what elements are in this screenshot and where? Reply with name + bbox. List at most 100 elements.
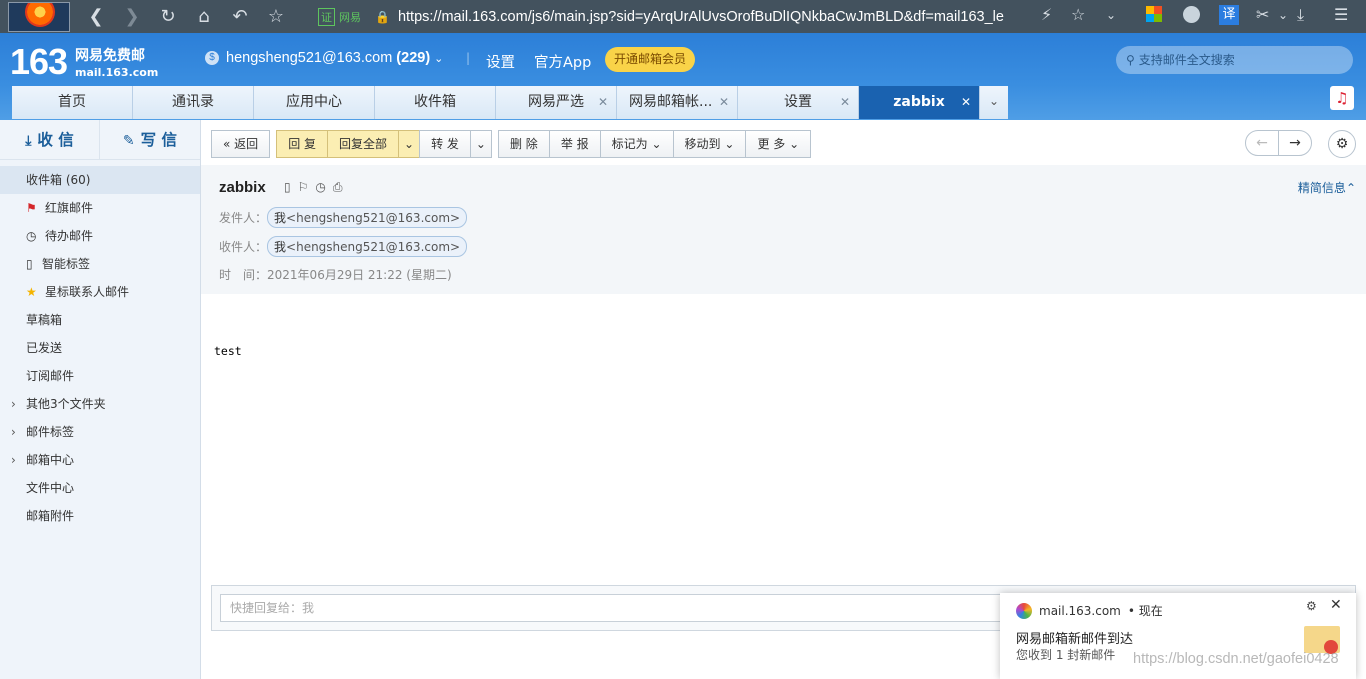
account-menu[interactable]: $ hengsheng521@163.com (229) ⌄ <box>205 50 443 66</box>
sidebar-item-todo[interactable]: ◷ 待办邮件 <box>0 222 200 250</box>
notification-source: mail.163.com • 现在 <box>1016 602 1163 619</box>
sidebar-item-mail-center[interactable]: › 邮箱中心 <box>0 446 200 474</box>
url-text[interactable]: https://mail.163.com/js6/main.jsp?sid=yA… <box>398 9 1004 25</box>
sidebar-item-label: 智能标签 <box>42 257 91 271</box>
translate-icon[interactable]: 译 <box>1219 5 1239 25</box>
menu-icon[interactable]: ☰ <box>1334 5 1348 24</box>
chevron-right-icon[interactable]: › <box>11 418 16 446</box>
bookmark-star-icon[interactable]: ☆ <box>258 6 294 27</box>
delete-button[interactable]: 删 除 <box>497 130 550 158</box>
clock-icon[interactable]: ◷ <box>315 180 332 194</box>
tab-settings[interactable]: 设置 ✕ <box>738 86 859 119</box>
music-icon[interactable]: ♫ <box>1330 86 1354 110</box>
sidebar-item-flagged[interactable]: ⚑ 红旗邮件 <box>0 194 200 222</box>
write-button[interactable]: ✎ 写 信 <box>100 120 200 160</box>
sidebar-item-starred-contacts[interactable]: ★ 星标联系人邮件 <box>0 278 200 306</box>
undo-icon[interactable]: ↶ <box>222 6 258 27</box>
logo-text[interactable]: 网易免费邮 mail.163.com <box>75 45 158 79</box>
chevron-right-icon[interactable]: › <box>11 446 16 474</box>
star-icon: ★ <box>26 285 37 299</box>
globe-icon[interactable] <box>1183 6 1200 23</box>
close-icon[interactable]: ✕ <box>1330 597 1342 613</box>
print-icon[interactable]: ⎙ <box>333 180 350 194</box>
from-address: <hengsheng521@163.com> <box>286 211 461 225</box>
sidebar-item-label: 文件中心 <box>26 481 75 495</box>
scissors-icon[interactable]: ✂ <box>1256 5 1269 24</box>
reply-dropdown[interactable]: ⌄ <box>398 130 421 158</box>
back-icon[interactable]: ❮ <box>78 6 114 27</box>
report-button[interactable]: 举 报 <box>548 130 601 158</box>
more-button[interactable]: 更 多 ⌄ <box>745 130 812 158</box>
site-tag: 网易 <box>339 11 361 24</box>
tab-account[interactable]: 网易邮箱帐... ✕ <box>617 86 738 119</box>
from-label: 发件人： <box>219 211 268 225</box>
time-row: 时 间：2021年06月29日 21:22 (星期二) <box>219 266 452 283</box>
flash-icon[interactable]: ⚡ <box>1041 5 1052 24</box>
sidebar-item-label: 邮箱中心 <box>26 453 75 467</box>
compose-icon: ✎ <box>122 133 135 149</box>
sidebar-item-file-center[interactable]: 文件中心 <box>0 474 200 502</box>
sidebar-item-mail-tags[interactable]: › 邮件标签 <box>0 418 200 446</box>
tab-home[interactable]: 首页 <box>12 86 133 119</box>
to-contact[interactable]: 我<hengsheng521@163.com> <box>267 236 468 257</box>
tab-contacts[interactable]: 通讯录 <box>133 86 254 119</box>
move-to-button[interactable]: 移动到 ⌄ <box>672 130 747 158</box>
search-placeholder: 支持邮件全文搜索 <box>1138 53 1235 67</box>
gear-icon[interactable]: ⚙ <box>1306 599 1317 613</box>
search-input[interactable]: ⚲ 支持邮件全文搜索 <box>1116 46 1353 74</box>
close-icon[interactable]: ✕ <box>840 86 850 119</box>
chevron-down-icon[interactable]: ⌄ <box>1106 8 1116 22</box>
sidebar-item-subscriptions[interactable]: 订阅邮件 <box>0 362 200 390</box>
chevron-right-icon[interactable]: › <box>11 390 16 418</box>
sidebar-item-smart-tags[interactable]: ▯ 智能标签 <box>0 250 200 278</box>
sidebar-item-attachments[interactable]: 邮箱附件 <box>0 502 200 530</box>
reply-button[interactable]: 回 复 <box>276 130 329 158</box>
sidebar-item-other-folders[interactable]: › 其他3个文件夹 <box>0 390 200 418</box>
forward-icon[interactable]: ❯ <box>114 6 150 27</box>
tab-inbox[interactable]: 收件箱 <box>375 86 496 119</box>
vip-button[interactable]: 开通邮箱会员 <box>605 47 696 72</box>
tab-yanxuan[interactable]: 网易严选 ✕ <box>496 86 617 119</box>
chevron-down-icon: ⌄ <box>988 94 1000 108</box>
receive-button[interactable]: ⤓ 收 信 <box>0 120 100 160</box>
tab-zabbix[interactable]: zabbix ✕ <box>859 86 980 119</box>
tab-more-button[interactable]: ⌄ <box>980 86 1008 119</box>
browser-logo[interactable] <box>8 1 70 32</box>
mail-nav: ← → <box>1245 130 1312 156</box>
apps-icon[interactable] <box>1146 6 1162 22</box>
gear-icon[interactable]: ⚙ <box>1328 130 1356 158</box>
app-link[interactable]: 官方App <box>534 51 591 72</box>
back-button[interactable]: « 返回 <box>211 130 271 158</box>
address-bar[interactable]: 证 网易 🔒 https://mail.163.com/js6/main.jsp… <box>318 4 1048 29</box>
brief-info-link[interactable]: 精简信息⌃ <box>1298 179 1356 196</box>
download-icon[interactable]: ⤓ <box>1297 5 1304 25</box>
favorite-star-icon[interactable]: ☆ <box>1071 5 1085 24</box>
tab-apps[interactable]: 应用中心 <box>254 86 375 119</box>
bookmark-icon[interactable]: ▯ <box>284 180 298 194</box>
mark-as-button[interactable]: 标记为 ⌄ <box>599 130 674 158</box>
tab-label: 收件箱 <box>414 94 456 110</box>
close-icon[interactable]: ✕ <box>598 86 608 119</box>
sidebar-item-label: 其他3个文件夹 <box>26 397 106 411</box>
logo-number[interactable]: 163 <box>10 41 68 83</box>
settings-link[interactable]: 设置 <box>486 51 515 72</box>
tab-label: 网易严选 <box>528 94 584 110</box>
close-icon[interactable]: ✕ <box>961 86 971 119</box>
prev-mail-button[interactable]: ← <box>1245 130 1279 156</box>
chevron-down-icon[interactable]: ⌄ <box>1278 8 1288 22</box>
mail-body: test <box>214 344 242 358</box>
forward-dropdown[interactable]: ⌄ <box>469 130 492 158</box>
sidebar-item-drafts[interactable]: 草稿箱 <box>0 306 200 334</box>
close-icon[interactable]: ✕ <box>719 86 729 119</box>
from-contact[interactable]: 我<hengsheng521@163.com> <box>267 207 468 228</box>
time-label: 时 间： <box>219 268 268 282</box>
forward-button[interactable]: 转 发 <box>419 130 471 158</box>
sidebar-item-inbox[interactable]: 收件箱 (60) <box>0 166 200 194</box>
home-icon[interactable]: ⌂ <box>186 6 222 27</box>
sidebar-item-sent[interactable]: 已发送 <box>0 334 200 362</box>
flag-icon[interactable]: ⚐ <box>298 180 316 194</box>
reload-icon[interactable]: ↻ <box>150 6 186 27</box>
sidebar-item-label: 星标联系人邮件 <box>45 285 130 299</box>
next-mail-button[interactable]: → <box>1278 130 1312 156</box>
reply-all-button[interactable]: 回复全部 <box>327 130 400 158</box>
